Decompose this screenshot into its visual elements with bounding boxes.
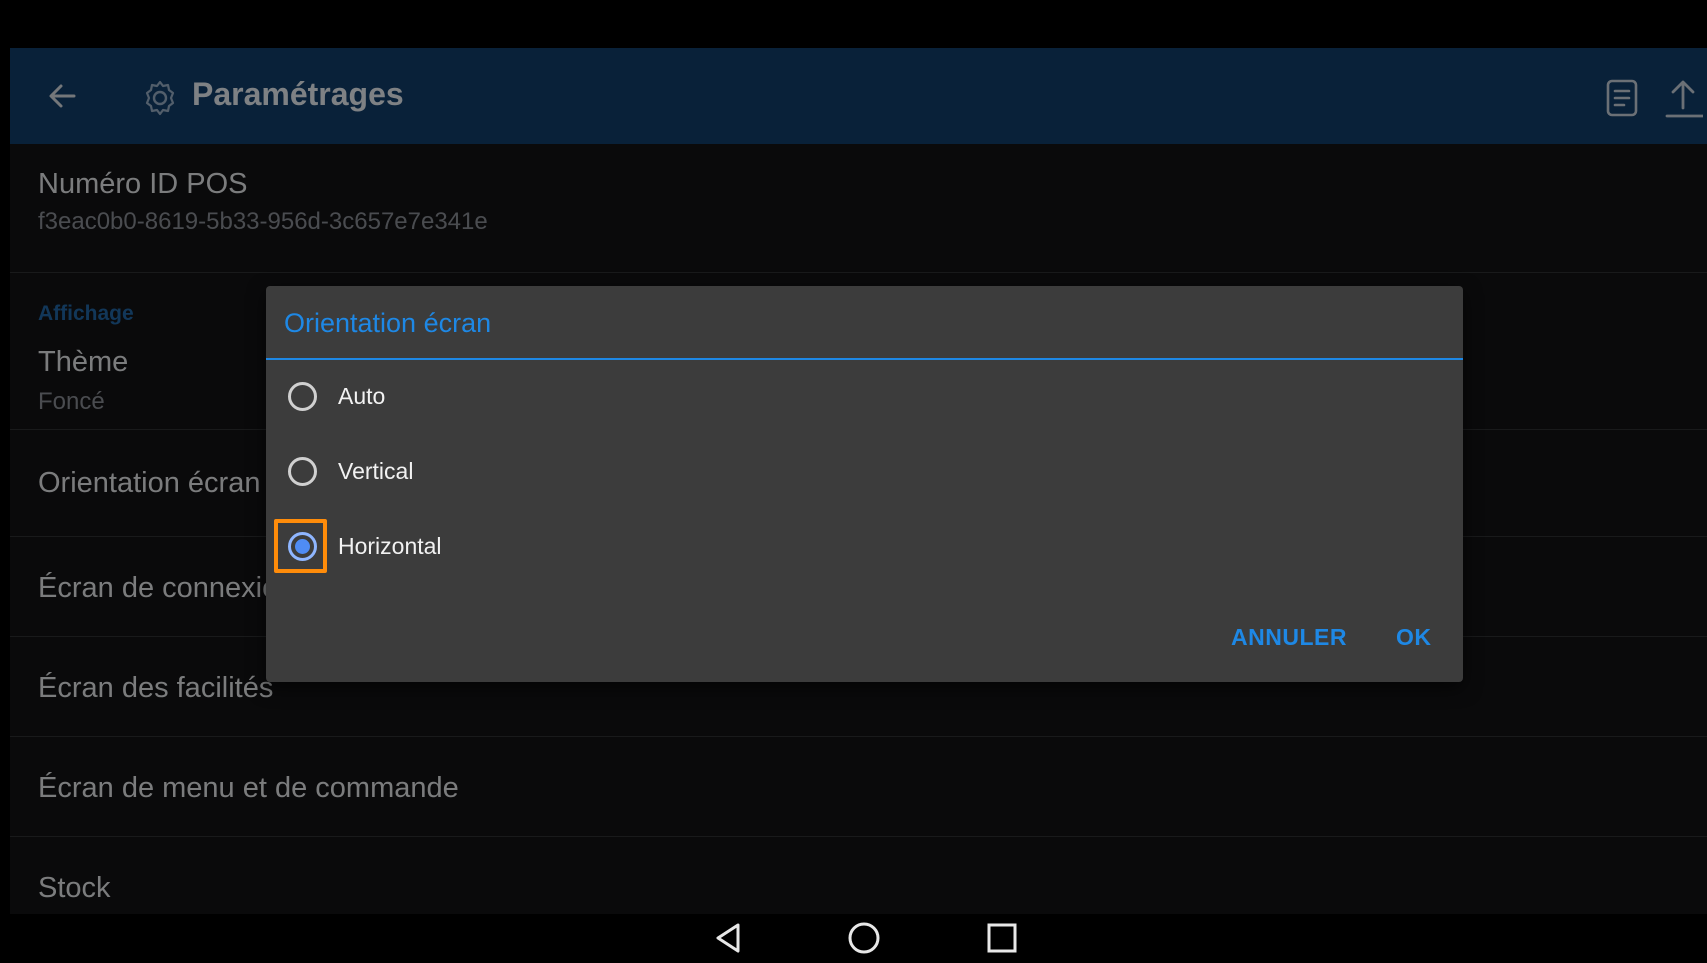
status-bar bbox=[10, 6, 1707, 48]
option-horizontal[interactable]: Horizontal bbox=[266, 511, 1463, 581]
orientation-dialog: Orientation écran Auto Vertical Horizont… bbox=[266, 286, 1463, 682]
nav-back-icon[interactable] bbox=[710, 920, 746, 956]
option-label: Horizontal bbox=[338, 533, 442, 559]
cancel-button[interactable]: ANNULER bbox=[1231, 624, 1347, 651]
option-label: Auto bbox=[338, 383, 386, 409]
radio-button[interactable] bbox=[288, 457, 317, 486]
selection-highlight bbox=[274, 519, 327, 573]
nav-home-icon[interactable] bbox=[846, 920, 882, 956]
option-label: Vertical bbox=[338, 458, 414, 484]
dialog-divider bbox=[266, 358, 1463, 360]
option-auto[interactable]: Auto bbox=[266, 361, 1463, 431]
option-vertical[interactable]: Vertical bbox=[266, 436, 1463, 506]
nav-recents-icon[interactable] bbox=[984, 920, 1020, 956]
ok-button[interactable]: OK bbox=[1396, 624, 1432, 651]
device-screen: Paramétrages Numéro ID POS f3eac0b0-8619… bbox=[10, 6, 1707, 963]
navigation-bar bbox=[10, 914, 1707, 963]
radio-button[interactable] bbox=[288, 382, 317, 411]
dialog-title: Orientation écran bbox=[284, 308, 492, 338]
